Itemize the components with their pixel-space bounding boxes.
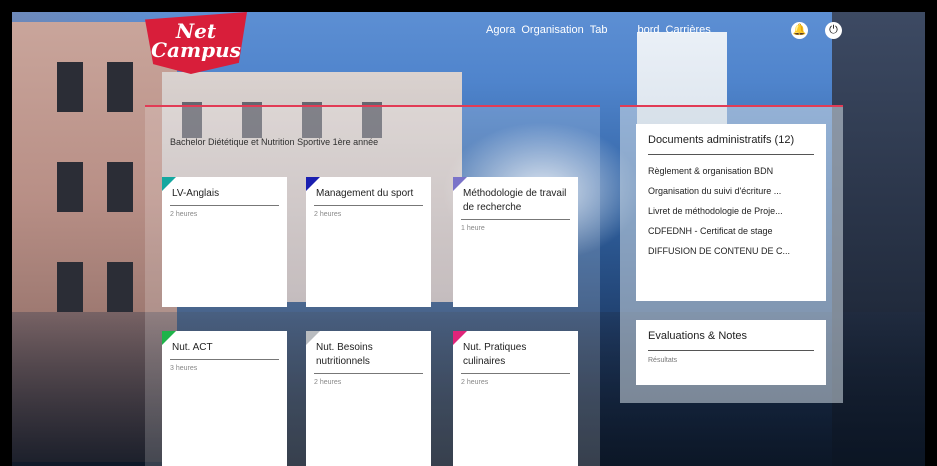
course-meta: 2 heures [314, 379, 342, 386]
course-meta: 2 heures [314, 211, 342, 218]
course-title: Nut. ACT [172, 342, 213, 353]
course-title: LV-Anglais [172, 188, 220, 199]
power-icon[interactable]: ⏻ [825, 22, 842, 39]
course-divider [314, 205, 423, 206]
course-meta: 2 heures [170, 211, 198, 218]
evaluations-meta: Résultats [648, 357, 678, 364]
course-color-tag [306, 331, 320, 345]
top-nav: Agora Organisation Tab bord Carrières [486, 24, 711, 36]
course-card[interactable]: Nut. ACT 3 heures [162, 331, 287, 466]
program-title: Bachelor Diététique et Nutrition Sportiv… [170, 137, 379, 147]
course-title: Nut. Besoins nutritionnels [316, 342, 373, 367]
nav-carrieres[interactable]: Carrières [666, 24, 711, 36]
course-color-tag [306, 177, 320, 191]
course-card[interactable]: Nut. Besoins nutritionnels 2 heures [306, 331, 431, 466]
course-meta: 1 heure [461, 225, 485, 232]
course-title: Nut. Pratiques culinaires [463, 342, 527, 367]
document-link[interactable]: CDFEDNH - Certificat de stage [648, 221, 814, 241]
evaluations-card[interactable]: Evaluations & Notes Résultats [636, 320, 826, 385]
nav-organisation[interactable]: Organisation [521, 24, 583, 36]
course-meta: 3 heures [170, 365, 198, 372]
documents-title[interactable]: Documents administratifs (12) [648, 134, 814, 155]
bell-icon[interactable]: 🔔 [791, 22, 808, 39]
documents-card: Documents administratifs (12) Règlement … [636, 124, 826, 301]
course-card[interactable]: Méthodologie de travail de recherche 1 h… [453, 177, 578, 307]
document-link[interactable]: Organisation du suivi d'écriture ... [648, 181, 814, 201]
nav-tab[interactable]: Tab [590, 24, 608, 36]
course-divider [461, 373, 570, 374]
course-divider [461, 219, 570, 220]
course-divider [314, 373, 423, 374]
nav-agora[interactable]: Agora [486, 24, 515, 36]
course-card[interactable]: Nut. Pratiques culinaires 2 heures [453, 331, 578, 466]
course-title: Méthodologie de travail de recherche [463, 188, 567, 213]
nav-bord[interactable]: bord [637, 24, 659, 36]
course-card[interactable]: LV-Anglais 2 heures [162, 177, 287, 307]
course-card[interactable]: Management du sport 2 heures [306, 177, 431, 307]
course-color-tag [453, 177, 467, 191]
course-color-tag [162, 177, 176, 191]
evaluations-title[interactable]: Evaluations & Notes [648, 330, 814, 351]
course-color-tag [453, 331, 467, 345]
course-divider [170, 205, 279, 206]
document-link[interactable]: DIFFUSION DE CONTENU DE C... [648, 241, 814, 261]
course-title: Management du sport [316, 188, 414, 199]
document-link[interactable]: Règlement & organisation BDN [648, 161, 814, 181]
course-color-tag [162, 331, 176, 345]
logo-line-2: Campus [151, 38, 241, 62]
course-meta: 2 heures [461, 379, 489, 386]
documents-list: Règlement & organisation BDN Organisatio… [648, 161, 814, 261]
course-divider [170, 359, 279, 360]
document-link[interactable]: Livret de méthodologie de Proje... [648, 201, 814, 221]
